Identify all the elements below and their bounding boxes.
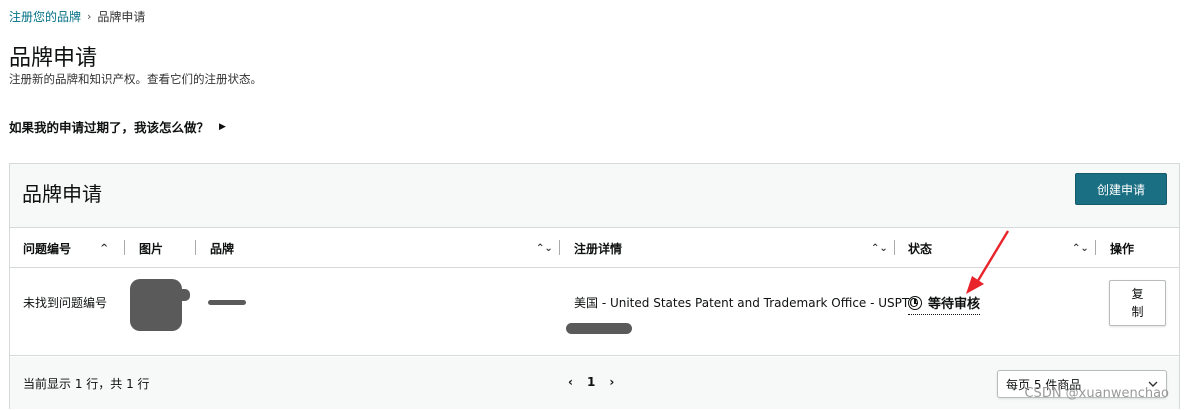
column-divider (559, 240, 560, 255)
brand-applications-panel: 品牌申请 创建申请 问题编号 ^ 图片 品牌 ⌃⌄ 注册详情 ⌃⌄ 状态 ⌃⌄ … (9, 163, 1180, 409)
next-page-icon[interactable]: › (609, 375, 614, 389)
page-subtitle: 注册新的品牌和知识产权。查看它们的注册状态。 (9, 72, 262, 86)
column-header-actions: 操作 (1110, 241, 1135, 256)
faq-expander[interactable]: 如果我的申请过期了，我该怎么做？ ▶ (9, 117, 226, 136)
breadcrumb-separator: › (87, 10, 92, 23)
redacted-registration (566, 323, 632, 334)
current-page[interactable]: 1 (587, 375, 595, 389)
column-divider (195, 240, 196, 255)
sort-asc-icon[interactable]: ^ (100, 228, 108, 268)
column-header-registration[interactable]: 注册详情 (574, 228, 622, 268)
breadcrumb-link-brand-registry[interactable]: 注册您的品牌 (9, 8, 81, 25)
breadcrumb: 注册您的品牌 › 品牌申请 (9, 8, 145, 25)
column-divider (894, 240, 895, 255)
redacted-brand (208, 300, 246, 305)
column-divider (124, 240, 125, 255)
faq-label: 如果我的申请过期了，我该怎么做？ (9, 120, 210, 135)
status-badge[interactable]: 等待审核 (908, 293, 981, 315)
panel-title: 品牌申请 (22, 182, 102, 206)
watermark: CSDN @xuanwenchao (1024, 386, 1169, 401)
column-header-issue-id[interactable]: 问题编号 (23, 228, 71, 268)
copy-button[interactable]: 复制 (1109, 280, 1166, 326)
pagination: ‹ 1 › (568, 375, 614, 389)
column-divider (1095, 240, 1096, 255)
create-application-button[interactable]: 创建申请 (1075, 173, 1167, 205)
breadcrumb-current: 品牌申请 (97, 10, 146, 24)
table-row: 未找到问题编号 美国 - United States Patent and Tr… (10, 269, 1179, 356)
sort-both-icon[interactable]: ⌃⌄ (536, 228, 553, 268)
prev-page-icon[interactable]: ‹ (568, 375, 573, 389)
column-header-brand[interactable]: 品牌 (210, 228, 234, 268)
row-count-summary: 当前显示 1 行，共 1 行 (23, 377, 150, 391)
issue-id-cell: 未找到问题编号 (23, 296, 108, 310)
panel-header: 品牌申请 创建申请 (10, 164, 1179, 228)
status-label: 等待审核 (928, 297, 981, 312)
page-title: 品牌申请 (9, 46, 98, 71)
clock-icon (908, 295, 922, 310)
column-header-status[interactable]: 状态 (908, 228, 932, 268)
table-footer: 当前显示 1 行，共 1 行 ‹ 1 › 每页 5 件商品 (10, 357, 1179, 409)
sort-both-icon[interactable]: ⌃⌄ (1072, 228, 1089, 268)
caret-right-icon: ▶ (219, 121, 226, 132)
table-header: 问题编号 ^ 图片 品牌 ⌃⌄ 注册详情 ⌃⌄ 状态 ⌃⌄ 操作 (10, 228, 1179, 268)
sort-both-icon[interactable]: ⌃⌄ (871, 228, 888, 268)
column-header-image: 图片 (139, 241, 164, 256)
